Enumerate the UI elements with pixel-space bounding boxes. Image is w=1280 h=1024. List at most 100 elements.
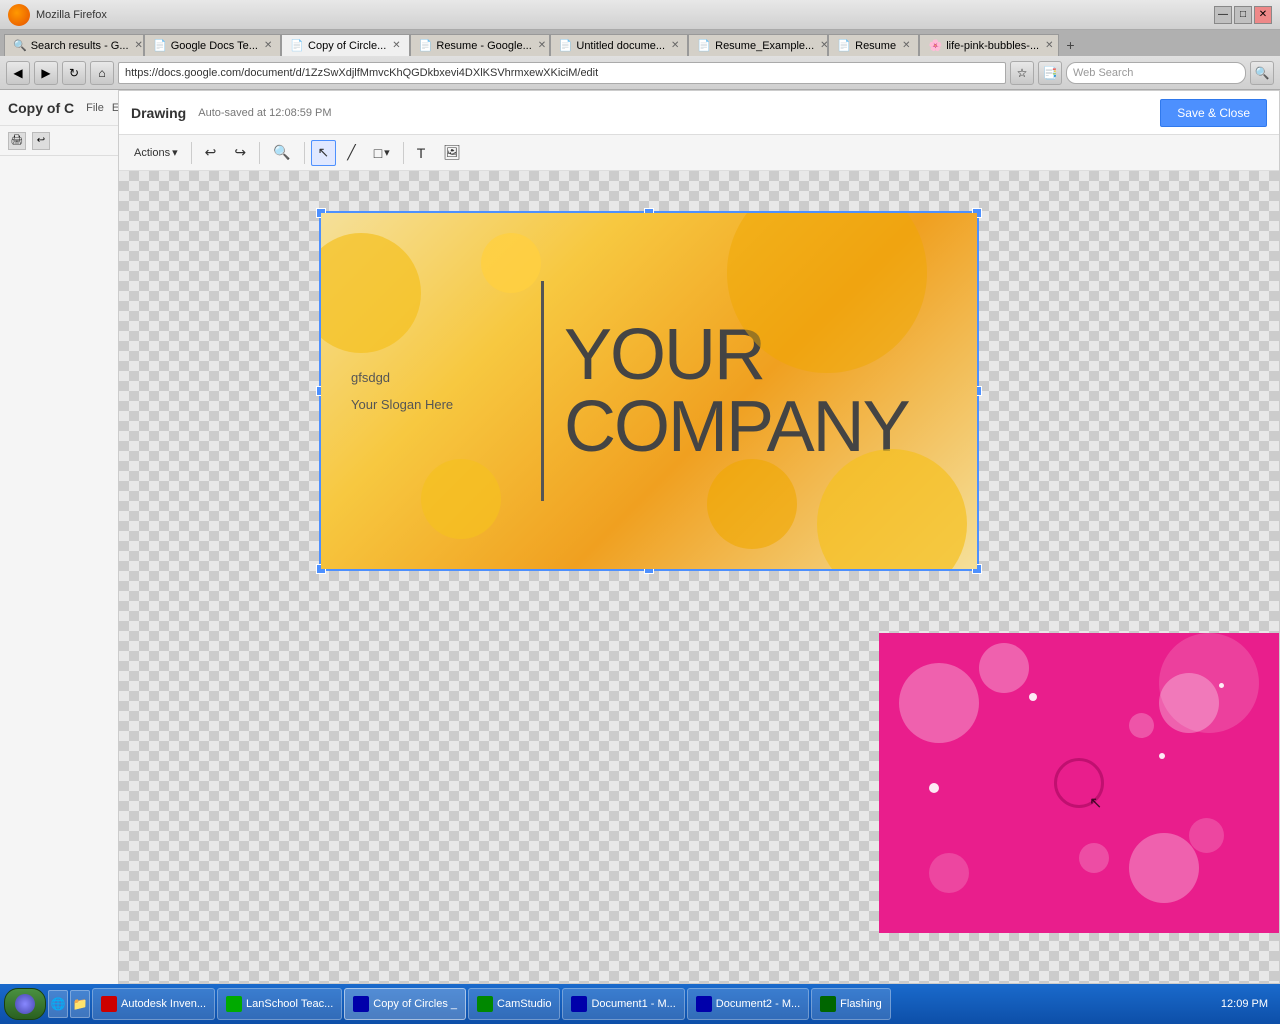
- drawing-saved: Auto-saved at 12:08:59 PM: [198, 107, 331, 119]
- taskbar-circles-label: Copy of Circles _: [373, 998, 457, 1010]
- star-button[interactable]: ☆: [1010, 61, 1034, 85]
- new-tab-button[interactable]: +: [1059, 34, 1081, 56]
- taskbar-camstudio-label: CamStudio: [497, 998, 551, 1010]
- bubble-4: [817, 449, 967, 569]
- bubble-6: [481, 233, 541, 293]
- taskbar-flashing[interactable]: Flashing: [811, 988, 891, 1020]
- tab-icon: 📄: [153, 39, 167, 52]
- bubble-5: [707, 459, 797, 549]
- search-input[interactable]: Web Search: [1066, 62, 1246, 84]
- separator-3: [304, 142, 305, 164]
- redo-button[interactable]: ↪: [227, 140, 253, 166]
- tab-resume[interactable]: 📄 Resume ✕: [828, 34, 919, 56]
- taskbar-lanschool[interactable]: LanSchool Teac...: [217, 988, 342, 1020]
- taskbar-circles[interactable]: Copy of Circles _: [344, 988, 466, 1020]
- doc-title: Copy of C: [8, 100, 74, 116]
- tab-label: Resume_Example...: [715, 40, 814, 52]
- drawing-panel: Drawing Auto-saved at 12:08:59 PM Save &…: [118, 90, 1280, 984]
- text-icon: T: [417, 145, 426, 161]
- sparkle-2: [1159, 753, 1165, 759]
- tab-label: Untitled docume...: [576, 40, 665, 52]
- tab-search-results[interactable]: 🔍 Search results - G... ✕: [4, 34, 144, 56]
- save-close-button[interactable]: Save & Close: [1160, 99, 1267, 127]
- address-bar: ◀ ▶ ↻ ⌂ https://docs.google.com/document…: [0, 56, 1280, 90]
- home-button[interactable]: ⌂: [90, 61, 114, 85]
- tab-close-icon[interactable]: ✕: [538, 40, 546, 51]
- bookmark-button[interactable]: 📑: [1038, 61, 1062, 85]
- canvas-area[interactable]: gfsdgd Your Slogan Here YOUR COMPANY: [119, 171, 1279, 983]
- start-button[interactable]: [4, 988, 46, 1020]
- page-area: Copy of C File Edit Share R 🖨 ↩ Drawing …: [0, 90, 1280, 984]
- tab-close-icon[interactable]: ✕: [264, 40, 272, 51]
- tab-label: Resume - Google...: [436, 40, 531, 52]
- shape-icon: □: [374, 145, 382, 161]
- windows-icon: [15, 994, 35, 1014]
- redo-icon: ↪: [234, 144, 246, 161]
- url-text: https://docs.google.com/document/d/1ZzSw…: [125, 67, 598, 79]
- taskbar-camstudio[interactable]: CamStudio: [468, 988, 560, 1020]
- tab-google-docs[interactable]: 📄 Google Docs Te... ✕: [144, 34, 281, 56]
- undo-button[interactable]: ↩: [198, 140, 224, 166]
- line-icon: ╱: [347, 144, 355, 161]
- tab-label: Google Docs Te...: [171, 40, 258, 52]
- search-button[interactable]: 🔍: [1250, 61, 1274, 85]
- taskbar-autodesk-label: Autodesk Inven...: [121, 998, 206, 1010]
- lanschool-icon: [226, 996, 242, 1012]
- tab-close-icon[interactable]: ✕: [902, 40, 910, 51]
- selected-element[interactable]: gfsdgd Your Slogan Here YOUR COMPANY: [319, 211, 979, 571]
- card-slogan: Your Slogan Here: [351, 397, 521, 412]
- actions-button[interactable]: Actions ▾: [127, 140, 185, 166]
- taskbar-doc2[interactable]: Document2 - M...: [687, 988, 809, 1020]
- tab-untitled[interactable]: 📄 Untitled docume... ✕: [550, 34, 689, 56]
- card-left: gfsdgd Your Slogan Here: [321, 370, 521, 412]
- tab-close-icon[interactable]: ✕: [671, 40, 679, 51]
- back-button[interactable]: ◀: [6, 61, 30, 85]
- bubble-1: [321, 233, 421, 353]
- tab-icon: 🌸: [928, 39, 942, 52]
- window-controls[interactable]: — □ ✕: [1214, 6, 1272, 24]
- autodesk-icon: [101, 996, 117, 1012]
- separator-4: [403, 142, 404, 164]
- print-icon[interactable]: 🖨: [8, 132, 26, 150]
- tab-label: life-pink-bubbles-...: [946, 40, 1039, 52]
- line-button[interactable]: ╱: [340, 140, 362, 166]
- quicklaunch-folder[interactable]: 📁: [70, 990, 90, 1018]
- tab-close-icon[interactable]: ✕: [135, 40, 143, 51]
- reload-button[interactable]: ↻: [62, 61, 86, 85]
- minimize-button[interactable]: —: [1214, 6, 1232, 24]
- tab-label: Copy of Circle...: [308, 40, 386, 52]
- sparkle-3: [929, 783, 939, 793]
- tab-copy-of-circle[interactable]: 📄 Copy of Circle... ✕: [281, 34, 409, 56]
- taskbar-doc1-label: Document1 - M...: [591, 998, 675, 1010]
- tab-close-icon[interactable]: ✕: [392, 40, 400, 51]
- tab-icon: 📄: [697, 39, 711, 52]
- forward-button[interactable]: ▶: [34, 61, 58, 85]
- taskbar-autodesk[interactable]: Autodesk Inven...: [92, 988, 215, 1020]
- tab-life-pink[interactable]: 🌸 life-pink-bubbles-... ✕: [919, 34, 1059, 56]
- pink-bubbles-image: ↖: [879, 633, 1279, 933]
- business-card: gfsdgd Your Slogan Here YOUR COMPANY: [321, 213, 977, 569]
- image-button[interactable]: 🖼: [436, 140, 468, 166]
- select-button[interactable]: ↖: [311, 140, 337, 166]
- select-icon: ↖: [318, 144, 330, 161]
- zoom-button[interactable]: 🔍: [266, 140, 297, 166]
- shape-arrow: ▾: [384, 146, 390, 159]
- pink-bubble-1: [899, 663, 979, 743]
- quicklaunch-ie[interactable]: 🌐: [48, 990, 68, 1018]
- taskbar-doc1[interactable]: Document1 - M...: [562, 988, 684, 1020]
- tab-icon: 📄: [559, 39, 573, 52]
- maximize-button[interactable]: □: [1234, 6, 1252, 24]
- sparkle-1: [1029, 693, 1037, 701]
- text-button[interactable]: T: [410, 140, 433, 166]
- tab-close-icon[interactable]: ✕: [820, 40, 828, 51]
- url-input[interactable]: https://docs.google.com/document/d/1ZzSw…: [118, 62, 1006, 84]
- close-button[interactable]: ✕: [1254, 6, 1272, 24]
- shape-button[interactable]: □ ▾: [367, 140, 397, 166]
- undo-doc-icon[interactable]: ↩: [32, 132, 50, 150]
- system-clock: 12:09 PM: [1213, 998, 1276, 1010]
- tab-resume-example[interactable]: 📄 Resume_Example... ✕: [688, 34, 828, 56]
- tab-close-icon[interactable]: ✕: [1045, 40, 1053, 51]
- tab-resume-google[interactable]: 📄 Resume - Google... ✕: [410, 34, 550, 56]
- file-menu[interactable]: File: [86, 102, 104, 114]
- tab-icon: 📄: [837, 39, 851, 52]
